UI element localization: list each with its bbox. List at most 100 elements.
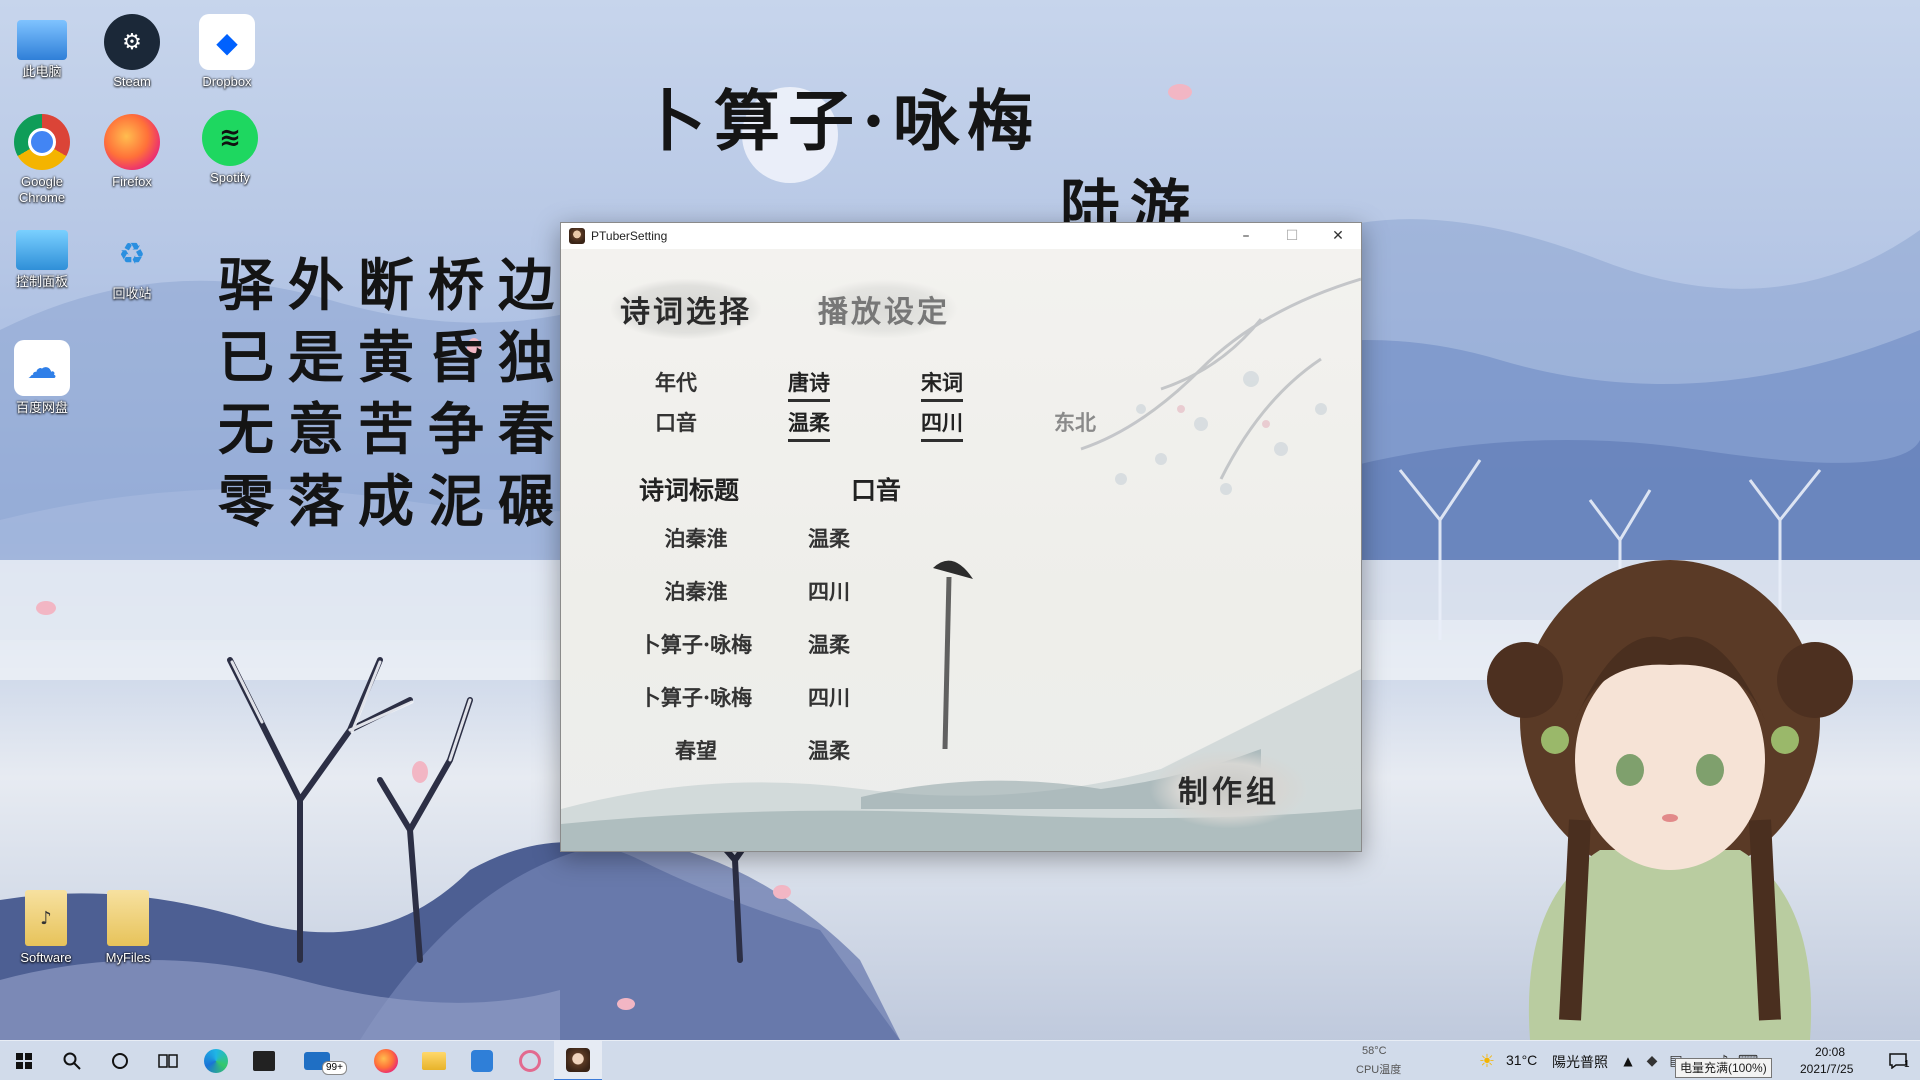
poem-line: 已是黄昏独 [218, 325, 568, 391]
edge-icon [204, 1049, 228, 1073]
window-title: PTuberSetting [591, 229, 668, 243]
poem-line: 零落成泥碾 [218, 469, 568, 535]
taskbar: 99+ 58°C CPU温度 ☀ 31°C 陽光普照 ▲ ◆ ▤ ▭ ♪ ⌨ 2… [0, 1040, 1920, 1080]
file-explorer-taskbar-button[interactable] [410, 1041, 458, 1080]
chevron-up-icon: ▲ [1623, 1054, 1633, 1068]
dropbox-tray-button[interactable]: ◆ [1640, 1041, 1664, 1080]
dropbox-icon: ◆ [1646, 1053, 1658, 1069]
task-view-button[interactable] [144, 1041, 192, 1080]
poem-accent-cell: 温柔 [808, 526, 850, 551]
windows-logo-icon [16, 1053, 32, 1069]
weather-sun-icon: ☀ [1478, 1050, 1496, 1072]
recycle-bin-icon: ♻ [118, 236, 146, 272]
weather-temperature: 31°C [1506, 1052, 1538, 1068]
desktop-icon-recycle-bin[interactable]: ♻ 回收站 [90, 226, 174, 302]
desktop-icon-control-panel[interactable]: 控制面板 [0, 230, 84, 290]
poem-accent-cell: 四川 [808, 579, 850, 604]
baidu-netdisk-icon: ☁ [14, 340, 70, 396]
settings-app-taskbar-button[interactable] [506, 1041, 554, 1080]
poem-title-cell: 春望 [675, 738, 717, 763]
poem-accent-cell: 温柔 [808, 632, 850, 657]
poem-list-item[interactable]: 泊秦淮 温柔 [621, 523, 921, 573]
app-taskbar-button[interactable] [458, 1041, 506, 1080]
cpu-temperature: 58°C [1362, 1045, 1387, 1057]
folder-icon: ♪ [25, 890, 67, 946]
show-hidden-icons-button[interactable]: ▲ [1616, 1041, 1640, 1080]
notification-count: 1 [1904, 1059, 1910, 1070]
poem-title-cell: 泊秦淮 [664, 579, 728, 604]
accent-label: 口音 [655, 410, 697, 435]
store-icon [253, 1051, 275, 1071]
app-icon [471, 1050, 493, 1072]
poem-list-item[interactable]: 卜算子·咏梅 四川 [621, 682, 921, 732]
edge-taskbar-button[interactable] [192, 1041, 240, 1080]
ptuber-taskbar-button[interactable] [554, 1041, 602, 1080]
desktop-icon-software[interactable]: ♪ Software [4, 890, 88, 966]
ptuber-icon [566, 1048, 590, 1072]
firefox-icon [104, 114, 160, 170]
poem-list-item[interactable]: 泊秦淮 四川 [621, 576, 921, 626]
tab-poem-selection[interactable]: 诗词选择 [611, 279, 761, 339]
desktop-icon-firefox[interactable]: Firefox [90, 114, 174, 190]
poem-title-cell: 卜算子·咏梅 [639, 632, 753, 657]
steam-icon: ⚙ [104, 14, 160, 70]
accent-option-dongbei[interactable]: 东北 [1054, 407, 1096, 437]
clock-date[interactable]: 2021/7/25 [1800, 1062, 1853, 1076]
close-button[interactable]: ✕ [1315, 223, 1361, 249]
cpu-temperature-label: CPU温度 [1356, 1064, 1402, 1076]
mail-taskbar-button[interactable]: 99+ [288, 1041, 347, 1080]
maximize-button[interactable]: ☐ [1269, 223, 1315, 249]
task-view-icon [158, 1054, 178, 1068]
desktop-icon-baidu-netdisk[interactable]: ☁ 百度网盘 [0, 340, 84, 416]
battery-tooltip: 电量充满(100%) [1675, 1058, 1772, 1078]
poem-title-cell: 卜算子·咏梅 [639, 685, 753, 710]
list-header-title: 诗词标题 [639, 476, 740, 505]
cortana-button[interactable] [96, 1041, 144, 1080]
store-taskbar-button[interactable] [240, 1041, 288, 1080]
folder-icon [107, 890, 149, 946]
ptuber-setting-window: PTuberSetting – ☐ ✕ 诗词选择 播放设定 年代 唐诗 宋词 口… [560, 222, 1362, 852]
minimize-button[interactable]: – [1223, 223, 1269, 249]
desktop-icon-spotify[interactable]: ≋ Spotify [188, 110, 272, 186]
accent-option-sichuan[interactable]: 四川 [921, 407, 963, 442]
era-option-song[interactable]: 宋词 [921, 367, 963, 402]
desktop-icon-myfiles[interactable]: MyFiles [86, 890, 170, 966]
search-button[interactable] [48, 1041, 96, 1080]
cortana-icon [112, 1053, 128, 1069]
chrome-icon [14, 114, 70, 170]
app-icon [569, 228, 585, 244]
folder-icon [422, 1052, 446, 1070]
desktop-icon-this-pc[interactable]: 此电脑 [0, 12, 84, 80]
credits-button[interactable]: 制作组 [1149, 749, 1309, 829]
firefox-taskbar-button[interactable] [362, 1041, 410, 1080]
poem-accent-cell: 四川 [808, 685, 850, 710]
weather-button[interactable]: ☀ [1472, 1041, 1502, 1080]
poem-line: 无意苦争春 [218, 397, 568, 463]
desktop-icon-dropbox[interactable]: ◆ Dropbox [185, 14, 269, 90]
search-icon [63, 1052, 81, 1070]
action-center-button[interactable]: 1 [1876, 1041, 1920, 1080]
poem-list-item[interactable]: 卜算子·咏梅 温柔 [621, 629, 921, 679]
era-label: 年代 [655, 370, 697, 395]
poem-lines: 驿外断桥边 已是黄昏独 无意苦争春 零落成泥碾 [218, 250, 568, 538]
app-body: 诗词选择 播放设定 年代 唐诗 宋词 口音 温柔 四川 东北 诗词标题 口音 泊… [561, 249, 1361, 851]
accent-option-gentle[interactable]: 温柔 [788, 407, 830, 442]
computer-icon [17, 20, 67, 60]
clock-time[interactable]: 20:08 [1815, 1045, 1845, 1059]
window-titlebar[interactable]: PTuberSetting – ☐ ✕ [561, 223, 1361, 249]
desktop-icon-steam[interactable]: ⚙ Steam [90, 14, 174, 90]
firefox-icon [374, 1049, 398, 1073]
control-panel-icon [16, 230, 68, 270]
era-option-tang[interactable]: 唐诗 [788, 367, 830, 402]
spotify-icon: ≋ [202, 110, 258, 166]
start-button[interactable] [0, 1041, 48, 1080]
desktop-icon-chrome[interactable]: Google Chrome [0, 114, 84, 206]
poem-accent-cell: 温柔 [808, 738, 850, 763]
poem-list-item[interactable]: 春望 温柔 [621, 735, 921, 785]
weather-description: 陽光普照 [1552, 1054, 1608, 1070]
tab-playback-settings[interactable]: 播放设定 [809, 279, 959, 339]
poem-title-cell: 泊秦淮 [664, 526, 728, 551]
poem-line: 驿外断桥边 [218, 253, 568, 319]
list-header-accent: 口音 [851, 476, 902, 505]
notification-badge: 99+ [322, 1061, 347, 1075]
